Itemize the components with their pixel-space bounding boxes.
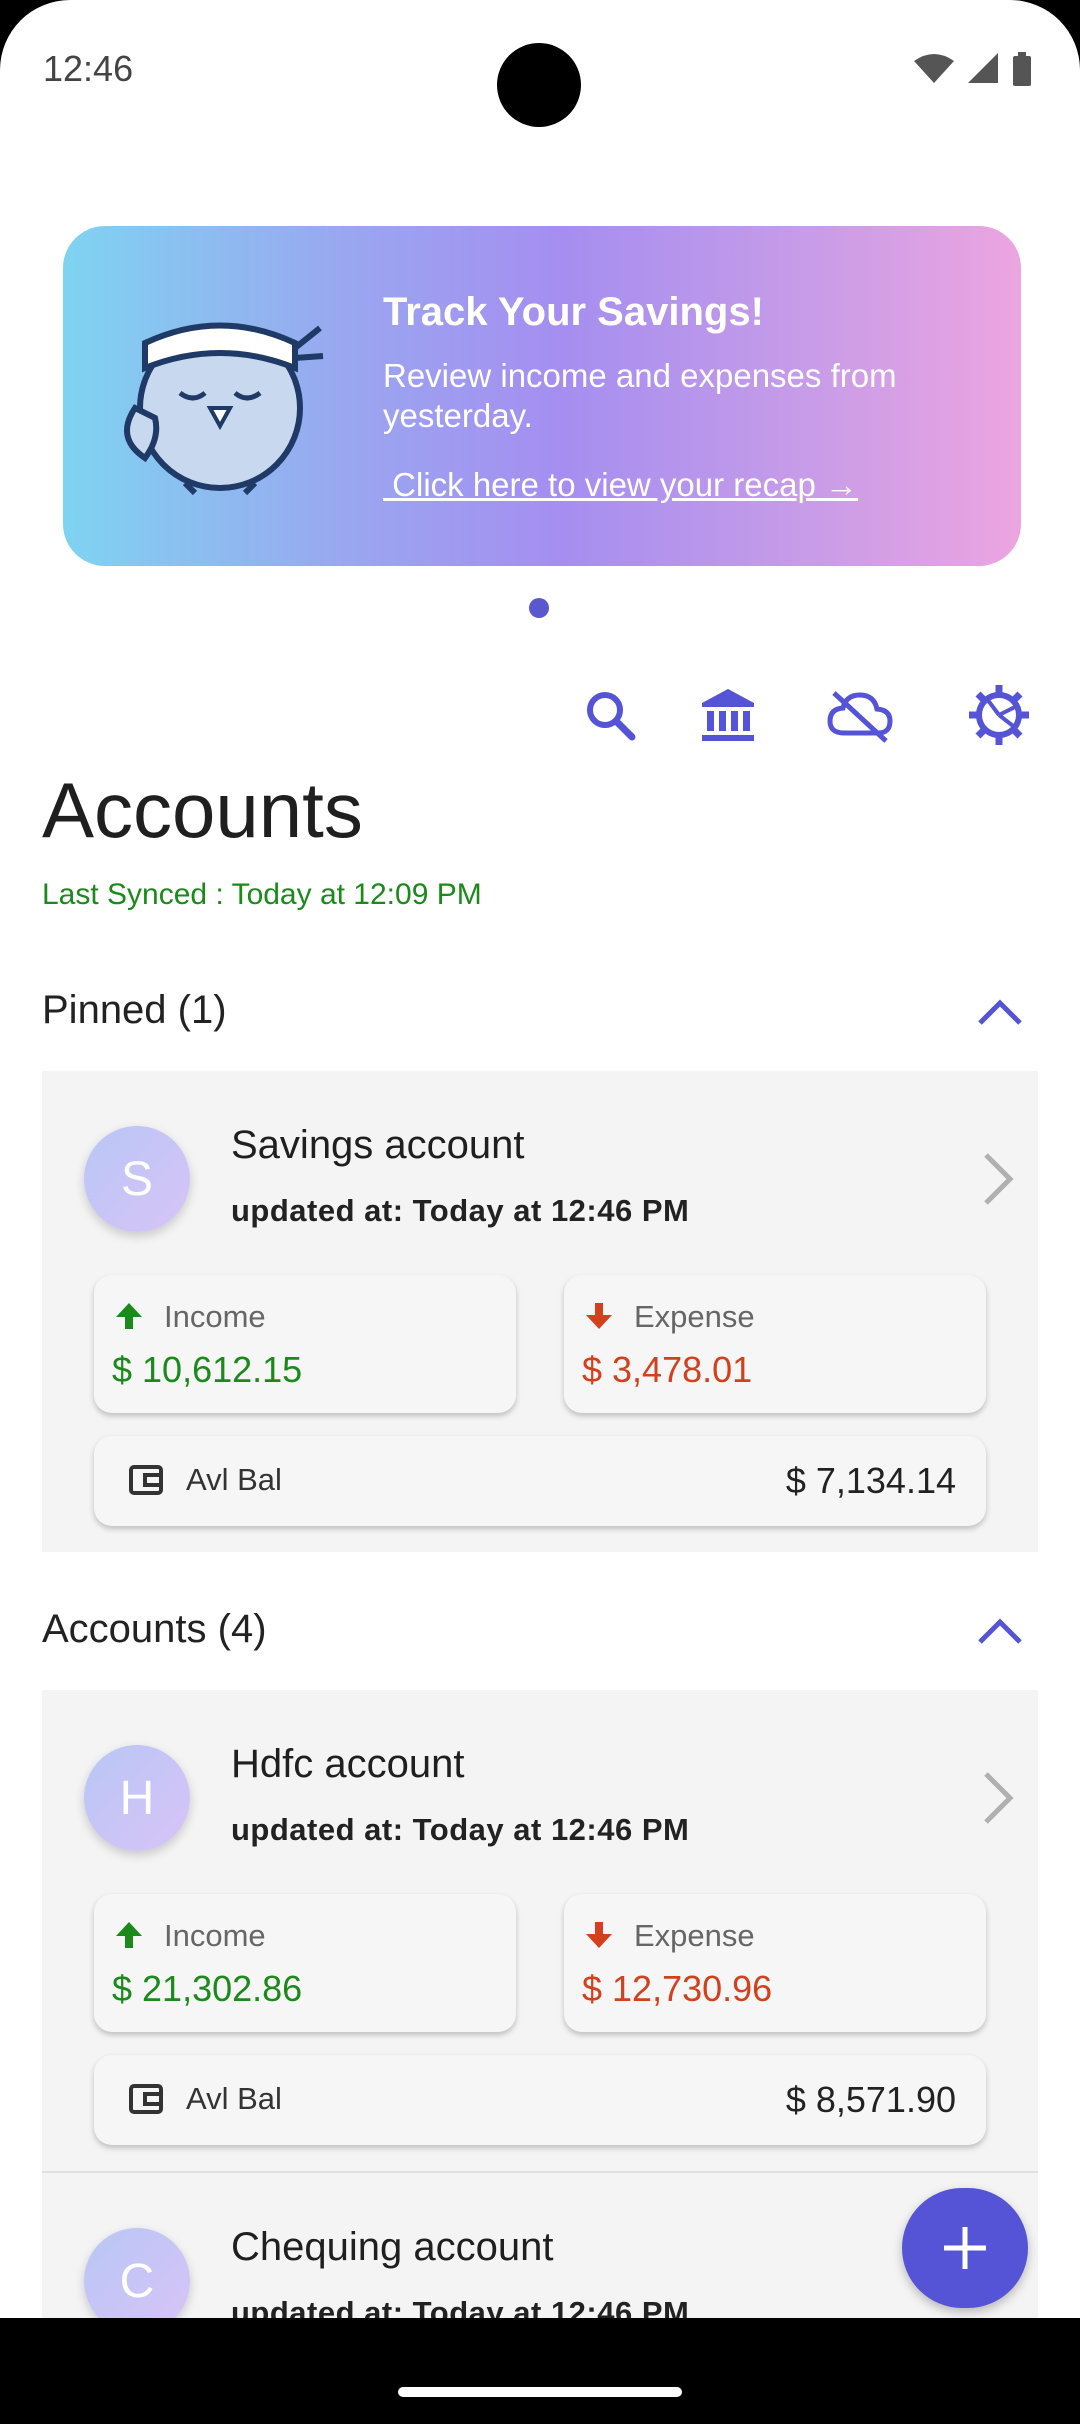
status-time: 12:46 [43, 48, 134, 89]
avatar: S [84, 1126, 190, 1232]
income-label: Income [164, 1918, 266, 1953]
recap-link[interactable]: Click here to view your recap → [383, 466, 858, 504]
banner-subtitle: Review income and expenses from yesterda… [383, 357, 897, 434]
income-label: Income [164, 1299, 266, 1334]
navigation-bar [0, 2318, 1080, 2424]
avatar: H [84, 1745, 190, 1851]
balance-label: Avl Bal [186, 1462, 282, 1497]
bank-button[interactable] [693, 680, 763, 750]
income-value: $ 10,612.15 [112, 1349, 303, 1390]
income-box: Income $ 21,302.86 [94, 1894, 516, 2032]
home-gesture-handle[interactable] [398, 2387, 682, 2397]
page-title: Accounts [42, 766, 363, 854]
income-box: Income $ 10,612.15 [94, 1275, 516, 1413]
accounts-collapse-button[interactable] [970, 1601, 1030, 1661]
bird-mascot-icon [124, 322, 324, 496]
balance-box: Avl Bal $ 7,134.14 [94, 1436, 986, 1526]
account-name: Hdfc account [231, 1742, 465, 1786]
accounts-section-title: Accounts (4) [42, 1607, 267, 1651]
arrow-down-icon [586, 1303, 612, 1329]
bank-icon [702, 689, 754, 741]
status-bar: 12:46 [0, 0, 1080, 140]
account-updated-text: updated at: Today at 12:46 PM [231, 1812, 690, 1847]
last-synced-text: Last Synced : Today at 12:09 PM [42, 878, 482, 911]
banner-title: Track Your Savings! [383, 290, 764, 334]
expense-value: $ 3,478.01 [582, 1349, 753, 1390]
balance-label: Avl Bal [186, 2081, 282, 2116]
expense-box: Expense $ 3,478.01 [564, 1275, 986, 1413]
toolbar [0, 680, 1080, 750]
chevron-right-icon[interactable] [978, 1768, 1018, 1828]
account-name: Savings account [231, 1123, 525, 1167]
account-card-chequing[interactable]: C Chequing account updated at: Today at … [42, 2173, 1038, 2318]
expense-label: Expense [634, 1918, 755, 1953]
arrow-down-icon [586, 1922, 612, 1948]
recap-banner[interactable]: Track Your Savings! Review income and ex… [63, 226, 1021, 566]
settings-icon [969, 685, 1029, 745]
income-value: $ 21,302.86 [112, 1968, 303, 2009]
wallet-icon [129, 1465, 163, 1495]
search-button[interactable] [575, 680, 645, 750]
wifi-icon [914, 54, 954, 83]
avatar: C [84, 2228, 190, 2318]
add-account-button[interactable] [902, 2188, 1028, 2308]
balance-value: $ 8,571.90 [785, 2079, 956, 2120]
expense-box: Expense $ 12,730.96 [564, 1894, 986, 2032]
accounts-section-header[interactable]: Accounts (4) [42, 1601, 1038, 1661]
account-card-savings[interactable]: S Savings account updated at: Today at 1… [42, 1071, 1038, 1552]
pinned-collapse-button[interactable] [970, 982, 1030, 1042]
camera-cutout [497, 43, 581, 127]
expense-label: Expense [634, 1299, 755, 1334]
expense-value: $ 12,730.96 [582, 1968, 773, 2009]
arrow-up-icon [116, 1922, 142, 1948]
account-updated-text: updated at: Today at 12:46 PM [231, 1193, 690, 1228]
chevron-up-icon [978, 1618, 1022, 1644]
app-screen: 12:46 Track Your Savings! Review income … [0, 0, 1080, 2424]
battery-icon [1013, 52, 1031, 86]
arrow-up-icon [116, 1303, 142, 1329]
chevron-right-icon[interactable] [978, 1149, 1018, 1209]
chevron-up-icon [978, 999, 1022, 1025]
status-icons [914, 52, 1032, 86]
account-name: Chequing account [231, 2225, 554, 2269]
account-card-hdfc[interactable]: H Hdfc account updated at: Today at 12:4… [42, 1690, 1038, 2171]
balance-value: $ 7,134.14 [785, 1460, 956, 1501]
account-updated-text: updated at: Today at 12:46 PM [231, 2295, 690, 2318]
wallet-icon [129, 2084, 163, 2114]
cloud-off-icon [827, 691, 893, 743]
carousel-indicator [529, 598, 549, 618]
pinned-section-title: Pinned (1) [42, 988, 227, 1032]
signal-icon [968, 53, 998, 83]
search-icon [587, 692, 636, 741]
pinned-section-header[interactable]: Pinned (1) [42, 982, 1038, 1042]
balance-box: Avl Bal $ 8,571.90 [94, 2055, 986, 2145]
cloud-sync-button[interactable] [825, 680, 895, 750]
settings-button[interactable] [964, 680, 1034, 750]
plus-icon [944, 2227, 986, 2269]
